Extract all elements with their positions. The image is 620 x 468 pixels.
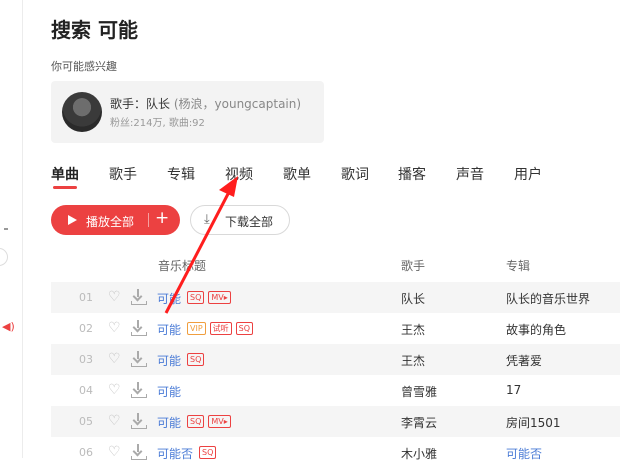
song-title[interactable]: 可能 [157, 290, 181, 307]
song-tags: VIP 试听 SQ [187, 322, 257, 335]
song-artist[interactable]: 曾雪雅 [401, 383, 437, 400]
download-icon[interactable] [131, 443, 145, 457]
tab-active-indicator [53, 186, 77, 189]
song-tag: MV▸ [208, 291, 231, 304]
header-artist: 歌手 [401, 259, 426, 273]
row-index: 05 [79, 415, 93, 428]
tab-lyrics[interactable]: 歌词 [341, 164, 369, 184]
tab-playlists[interactable]: 歌单 [283, 164, 311, 184]
row-index: 01 [79, 291, 93, 304]
song-album[interactable]: 故事的角色 [506, 321, 566, 338]
heart-icon[interactable]: ♡ [108, 290, 121, 304]
song-artist[interactable]: 王杰 [401, 321, 425, 338]
song-album[interactable]: 17 [506, 383, 521, 397]
download-all-button[interactable]: ⤓ 下载全部 [190, 205, 290, 235]
song-artist[interactable]: 木小雅 [401, 445, 437, 462]
tab-songs[interactable]: 单曲 [51, 164, 79, 184]
add-all-button[interactable]: + [155, 208, 169, 228]
song-tags: SQ [199, 446, 220, 459]
page-title: 搜索 可能 [51, 18, 138, 42]
heart-icon[interactable]: ♡ [108, 445, 121, 459]
song-title[interactable]: 可能 [157, 352, 181, 369]
song-tags: SQ [187, 353, 208, 366]
song-tags: SQ MV▸ [187, 415, 235, 428]
play-divider [148, 213, 149, 227]
tab-podcasts[interactable]: 播客 [398, 164, 426, 184]
song-title[interactable]: 可能 [157, 383, 181, 400]
download-icon: ⤓ [204, 212, 210, 227]
download-icon-base [131, 363, 147, 367]
rail-marker [4, 228, 8, 230]
tab-artists[interactable]: 歌手 [109, 164, 137, 184]
table-row[interactable]: 04 ♡ 可能 曾雪雅 17 [51, 375, 620, 406]
song-tag: SQ [187, 291, 205, 304]
download-icon[interactable] [131, 412, 145, 426]
left-rail: ◀) [0, 0, 23, 458]
download-icon-base [131, 332, 147, 336]
download-icon-base [131, 394, 147, 398]
row-index: 06 [79, 446, 93, 459]
interest-label: 你可能感兴趣 [51, 60, 117, 73]
song-artist[interactable]: 李霄云 [401, 414, 437, 431]
song-title[interactable]: 可能 [157, 414, 181, 431]
song-album[interactable]: 凭著爱 [506, 352, 542, 369]
download-icon-base [131, 301, 147, 305]
play-icon [68, 215, 77, 225]
avatar [62, 92, 102, 132]
song-tag: SQ [199, 446, 217, 459]
song-album[interactable]: 可能否 [506, 445, 542, 462]
table-row[interactable]: 02 ♡ 可能 VIP 试听 SQ 王杰 故事的角色 [51, 313, 620, 344]
download-icon-base [131, 456, 147, 460]
song-tag: VIP [187, 322, 206, 335]
download-all-label: 下载全部 [225, 215, 274, 229]
song-album[interactable]: 房间1501 [506, 414, 561, 431]
download-icon[interactable] [131, 319, 145, 333]
heart-icon[interactable]: ♡ [108, 352, 121, 366]
artist-card[interactable]: 歌手：队长 (杨浪，youngcaptain) 粉丝:214万, 歌曲:92 [51, 81, 324, 143]
heart-icon[interactable]: ♡ [108, 383, 121, 397]
song-tag: SQ [187, 415, 205, 428]
tab-users[interactable]: 用户 [514, 164, 542, 184]
download-icon-base [131, 425, 147, 429]
song-tags: SQ MV▸ [187, 291, 235, 304]
song-tag: SQ [187, 353, 205, 366]
artist-name-line: 歌手：队长 (杨浪，youngcaptain) [110, 95, 301, 112]
header-album: 专辑 [506, 259, 531, 273]
tab-sounds[interactable]: 声音 [456, 164, 484, 184]
song-tag: 试听 [209, 322, 232, 335]
play-all-label: 播放全部 [86, 215, 135, 229]
download-icon[interactable] [131, 350, 145, 364]
song-artist[interactable]: 队长 [401, 290, 425, 307]
artist-stats: 粉丝:214万, 歌曲:92 [110, 118, 205, 129]
row-index: 02 [79, 322, 93, 335]
song-tag: SQ [235, 322, 254, 335]
heart-icon[interactable]: ♡ [108, 414, 121, 428]
row-index: 03 [79, 353, 93, 366]
tab-albums[interactable]: 专辑 [167, 164, 195, 184]
download-icon[interactable] [131, 288, 145, 302]
artist-alias: (杨浪，youngcaptain) [170, 97, 302, 111]
play-all-button[interactable]: 播放全部 [51, 205, 148, 235]
artist-prefix: 歌手： [110, 97, 147, 111]
table-row[interactable]: 06 ♡ 可能否 SQ 木小雅 可能否 [51, 437, 620, 468]
play-all-group: 播放全部 + [51, 205, 180, 235]
song-artist[interactable]: 王杰 [401, 352, 425, 369]
song-title[interactable]: 可能 [157, 321, 181, 338]
rail-control[interactable] [0, 248, 8, 266]
table-row[interactable]: 03 ♡ 可能 SQ 王杰 凭著爱 [51, 344, 620, 375]
song-album[interactable]: 队长的音乐世界 [506, 290, 590, 307]
heart-icon[interactable]: ♡ [108, 321, 121, 335]
artist-name: 队长 [146, 97, 171, 111]
song-tag: MV▸ [208, 415, 231, 428]
tab-videos[interactable]: 视频 [225, 164, 253, 184]
download-icon[interactable] [131, 381, 145, 395]
volume-icon[interactable]: ◀) [2, 320, 15, 333]
table-row[interactable]: 05 ♡ 可能 SQ MV▸ 李霄云 房间1501 [51, 406, 620, 437]
table-row[interactable]: 01 ♡ 可能 SQ MV▸ 队长 队长的音乐世界 [51, 282, 620, 313]
song-title[interactable]: 可能否 [157, 445, 193, 462]
header-title: 音乐标题 [158, 259, 207, 273]
row-index: 04 [79, 384, 93, 397]
